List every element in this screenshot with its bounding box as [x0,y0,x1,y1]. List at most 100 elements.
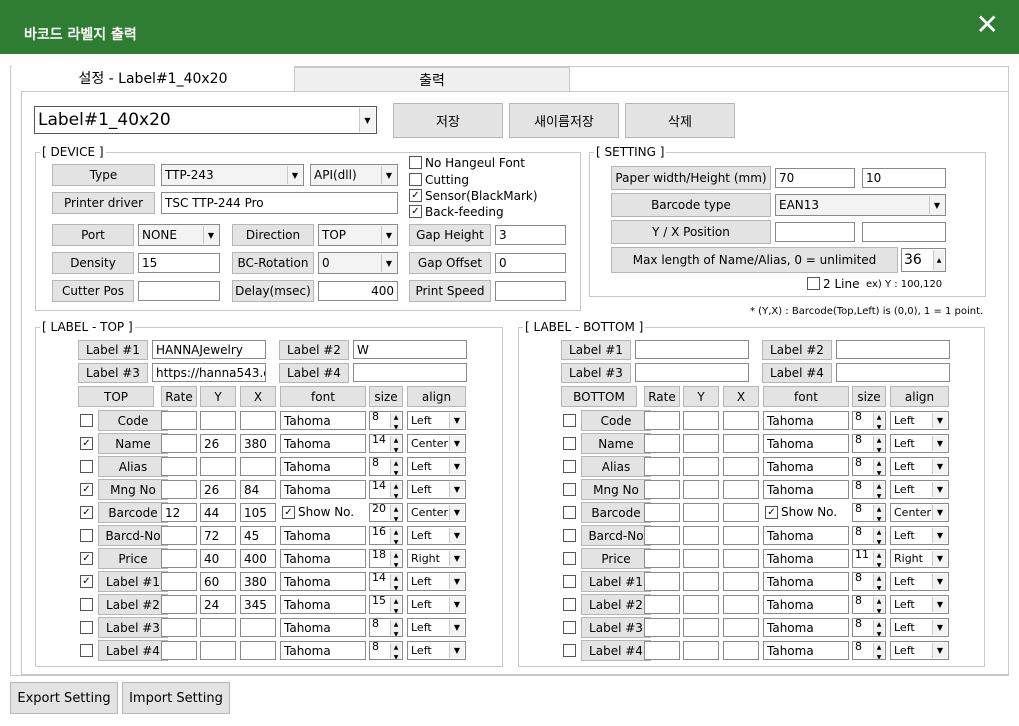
gap-height-button[interactable]: Gap Height [409,224,491,246]
row-x-field[interactable] [240,618,276,637]
spin-down-icon[interactable]: ▼ [391,630,401,636]
row-rate-field[interactable] [644,549,680,568]
row-x-field[interactable]: 45 [240,526,276,545]
cutter-pos-field[interactable] [138,281,220,301]
sensor-checkbox[interactable]: ✓ [409,189,422,202]
spin-up-icon[interactable]: ▲ [391,643,401,653]
row-size-stepper[interactable]: 8 ▲ ▼ [852,572,886,591]
row-x-field[interactable]: 345 [240,595,276,614]
row-name-button[interactable]: Name [98,433,168,454]
label2-field[interactable]: W [353,340,467,359]
label3-button[interactable]: Label #3 [78,363,148,383]
row-rate-field[interactable] [644,503,680,522]
row-x-field[interactable]: 105 [240,503,276,522]
spin-up-icon[interactable]: ▲ [391,482,401,492]
label1-button[interactable]: Label #1 [78,340,148,360]
row-font-field[interactable]: Tahoma [280,549,366,568]
spin-up-icon[interactable]: ▲ [391,551,401,561]
show-no-checkbox[interactable]: ✓ [282,506,295,519]
row-align-select[interactable]: Left ▼ [407,595,466,614]
row-align-select[interactable]: Left ▼ [890,572,949,591]
row-checkbox[interactable] [80,644,93,657]
printer-driver-field[interactable]: TSC TTP-244 Pro [161,192,398,214]
row-rate-field[interactable] [644,641,680,660]
row-x-field[interactable] [723,434,759,453]
spin-down-icon[interactable]: ▼ [874,469,884,475]
header-x[interactable]: X [723,386,759,407]
spin-up-icon[interactable]: ▲ [874,643,884,653]
row-size-stepper[interactable]: 8 ▲ ▼ [852,434,886,453]
row-y-field[interactable] [683,480,719,499]
label-select[interactable]: Label#1_40x20 ▼ [34,106,377,134]
row-font-field[interactable]: Tahoma [763,618,849,637]
row-size-stepper[interactable]: 8 ▲ ▼ [369,618,403,637]
label4-field[interactable] [353,363,467,382]
row-checkbox[interactable] [80,460,93,473]
label2-field[interactable] [836,340,950,359]
row-font-field[interactable]: Tahoma [763,526,849,545]
spin-up-icon[interactable]: ▲ [391,413,401,423]
spin-up-icon[interactable]: ▲ [874,620,884,630]
spin-down-icon[interactable]: ▼ [391,561,401,567]
row-name-button[interactable]: Name [581,433,651,454]
spin-down-icon[interactable]: ▼ [874,653,884,659]
row-font-field[interactable]: Tahoma [763,457,849,476]
row-align-select[interactable]: Left ▼ [890,641,949,660]
row-name-button[interactable]: Price [98,548,168,569]
row-y-field[interactable] [683,595,719,614]
port-select[interactable]: NONE ▼ [138,224,220,246]
row-x-field[interactable] [240,411,276,430]
row-x-field[interactable] [723,457,759,476]
row-rate-field[interactable] [644,618,680,637]
row-align-select[interactable]: Left ▼ [890,457,949,476]
row-x-field[interactable] [723,572,759,591]
row-font-field[interactable]: Tahoma [280,480,366,499]
row-x-field[interactable] [723,618,759,637]
row-size-stepper[interactable]: 16 ▲ ▼ [369,526,403,545]
spin-down-icon[interactable]: ▼ [391,492,401,498]
port-button[interactable]: Port [52,224,134,246]
row-size-stepper[interactable]: 8 ▲ ▼ [852,641,886,660]
spin-up-icon[interactable]: ▲ [874,551,884,561]
paper-width-field[interactable]: 70 [775,168,855,188]
row-rate-field[interactable] [644,526,680,545]
header-size[interactable]: size [369,386,403,407]
paper-size-button[interactable]: Paper width/Height (mm) [611,166,771,190]
row-name-button[interactable]: Label #4 [98,640,168,661]
label1-field[interactable] [635,340,749,359]
row-rate-field[interactable] [161,641,197,660]
row-align-select[interactable]: Left ▼ [407,572,466,591]
label1-field[interactable]: HANNAJewelry [152,340,266,359]
row-y-field[interactable] [683,503,719,522]
row-name-button[interactable]: Barcode [581,502,651,523]
row-font-field[interactable]: Tahoma [763,595,849,614]
api-select[interactable]: API(dll) ▼ [310,164,398,186]
no-hangeul-checkbox[interactable] [409,156,422,169]
row-checkbox[interactable] [563,575,576,588]
label4-button[interactable]: Label #4 [762,363,832,383]
row-checkbox[interactable] [563,414,576,427]
row-checkbox[interactable]: ✓ [80,437,93,450]
header-font[interactable]: font [280,386,366,407]
type-button[interactable]: Type [52,164,155,186]
row-font-field[interactable]: Tahoma [280,434,366,453]
row-y-field[interactable] [200,411,236,430]
show-no-checkbox[interactable]: ✓ [765,506,778,519]
row-x-field[interactable] [240,641,276,660]
row-align-select[interactable]: Left ▼ [890,595,949,614]
label3-field[interactable] [635,363,749,382]
row-checkbox[interactable]: ✓ [80,552,93,565]
row-rate-field[interactable] [644,480,680,499]
spin-down-icon[interactable]: ▼ [874,492,884,498]
tab-settings[interactable]: 설정 - Label#1_40x20 [12,66,294,92]
type-select[interactable]: TTP-243 ▼ [161,164,304,186]
row-size-stepper[interactable]: 15 ▲ ▼ [369,595,403,614]
row-x-field[interactable]: 400 [240,549,276,568]
row-rate-field[interactable] [161,526,197,545]
bc-rotation-button[interactable]: BC-Rotation [232,252,314,274]
row-rate-field[interactable] [161,618,197,637]
row-x-field[interactable]: 84 [240,480,276,499]
chevron-down-icon[interactable]: ▼ [359,108,375,132]
row-font-field[interactable]: Tahoma [280,595,366,614]
spin-down-icon[interactable]: ▼ [391,515,401,521]
